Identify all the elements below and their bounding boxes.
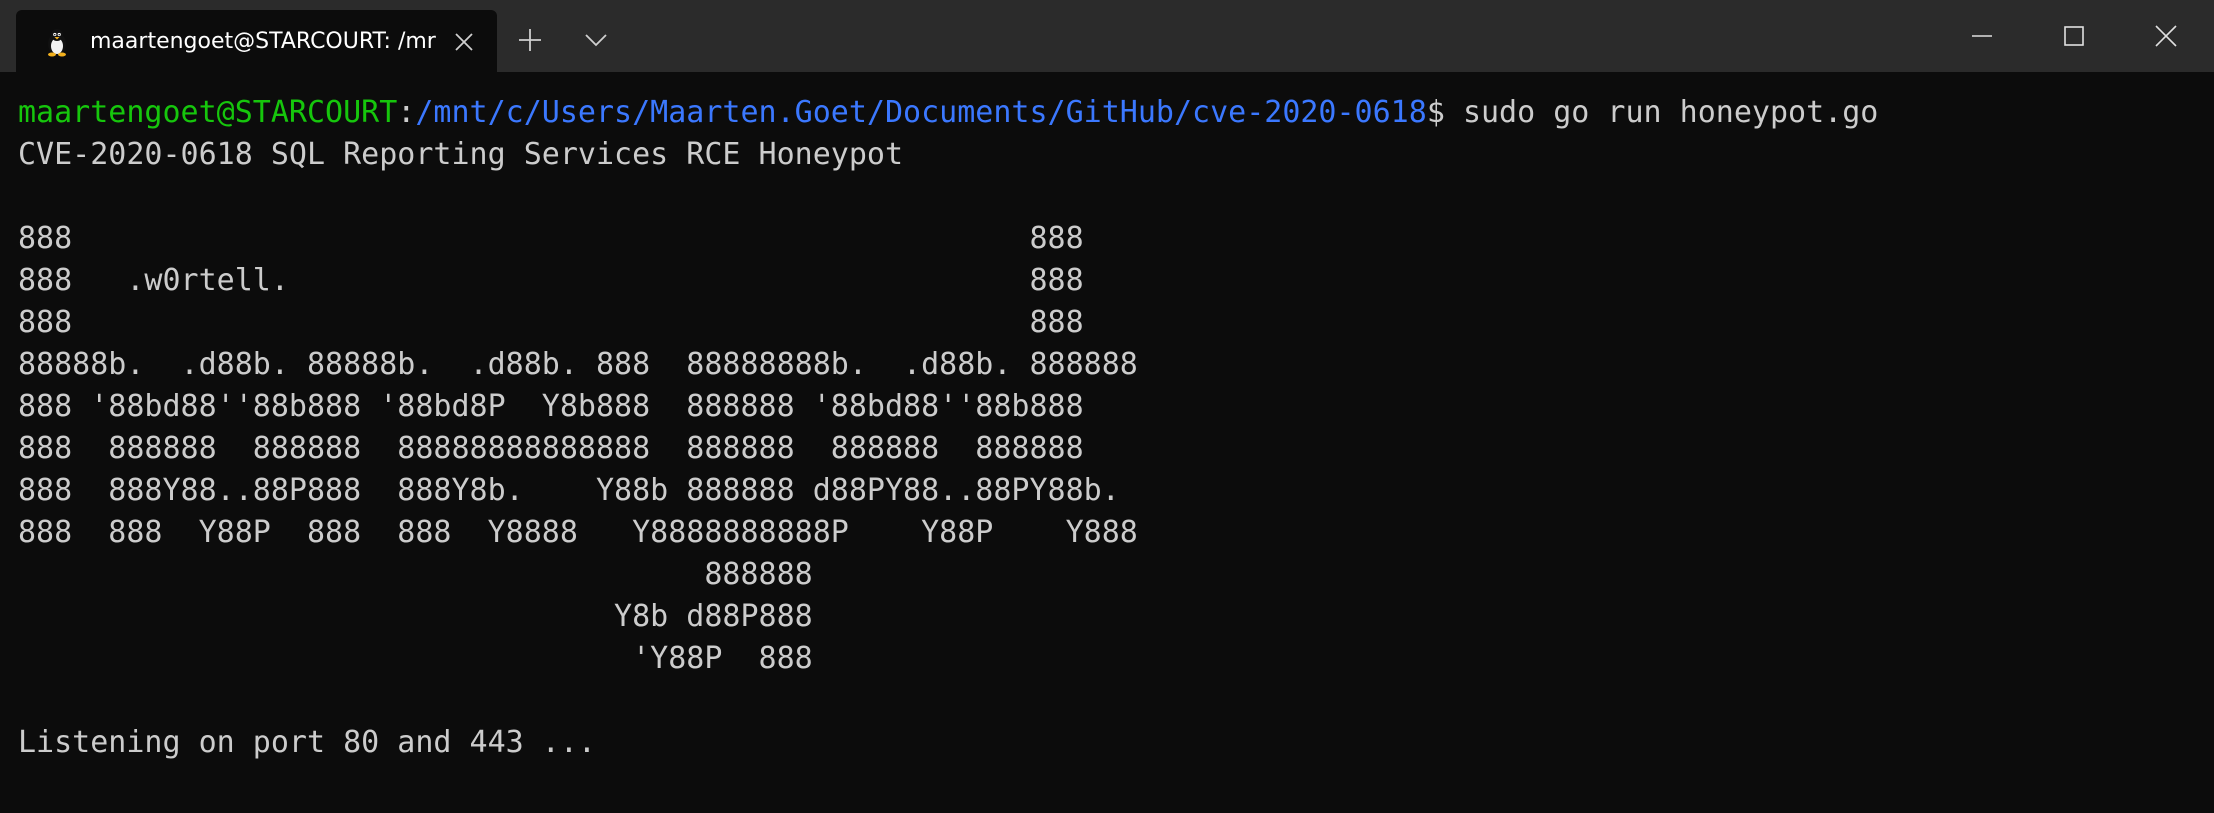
- ascii-art-line: 88888b. .d88b. 88888b. .d88b. 888 888888…: [18, 347, 1138, 382]
- output-line: CVE-2020-0618 SQL Reporting Services RCE…: [18, 137, 904, 172]
- maximize-icon[interactable]: [2028, 0, 2120, 72]
- ascii-art-line: 888 888888 888888 88888888888888 888888 …: [18, 431, 1084, 466]
- tab-close-icon[interactable]: [452, 30, 476, 54]
- prompt-symbol: $: [1426, 95, 1463, 130]
- ascii-art-line: 888 888: [18, 221, 1084, 256]
- status-line: Listening on port 80 and 443 ...: [18, 725, 596, 760]
- prompt-separator: :: [397, 95, 416, 130]
- ascii-art-line: 888 .w0rtell. 888: [18, 263, 1084, 298]
- minimize-icon[interactable]: [1936, 0, 2028, 72]
- prompt-path: /mnt/c/Users/Maarten.Goet/Documents/GitH…: [415, 95, 1427, 130]
- ascii-art-line: 'Y88P 888: [18, 641, 813, 676]
- terminal-output[interactable]: maartengoet@STARCOURT:/mnt/c/Users/Maart…: [0, 72, 2214, 813]
- ascii-art-line: 888888: [18, 557, 813, 592]
- close-window-icon[interactable]: [2120, 0, 2212, 72]
- ascii-art-line: 888 888: [18, 305, 1084, 340]
- prompt-user-host: maartengoet@STARCOURT: [18, 95, 398, 130]
- title-bar: maartengoet@STARCOURT: /mr: [0, 0, 2214, 72]
- new-tab-plus-icon[interactable]: [512, 22, 548, 58]
- prompt-command: sudo go run honeypot.go: [1462, 95, 1879, 130]
- ascii-art-line: Y8b d88P888: [18, 599, 813, 634]
- ascii-art-line: 888 888 Y88P 888 888 Y8888 Y8888888888P …: [18, 515, 1138, 550]
- ascii-art-line: 888 888Y88..88P888 888Y8b. Y88b 888888 d…: [18, 473, 1120, 508]
- tab-title: maartengoet@STARCOURT: /mr: [90, 29, 436, 54]
- ascii-art-line: 888 '88bd88''88b888 '88bd8P Y8b888 88888…: [18, 389, 1084, 424]
- command-prompt-line: maartengoet@STARCOURT:/mnt/c/Users/Maart…: [18, 92, 2214, 134]
- chevron-down-icon[interactable]: [578, 22, 614, 58]
- terminal-window: maartengoet@STARCOURT: /mr maartengoet@S…: [0, 0, 2214, 813]
- linux-penguin-icon: [42, 27, 72, 57]
- tab-ubuntu[interactable]: maartengoet@STARCOURT: /mr: [16, 10, 497, 72]
